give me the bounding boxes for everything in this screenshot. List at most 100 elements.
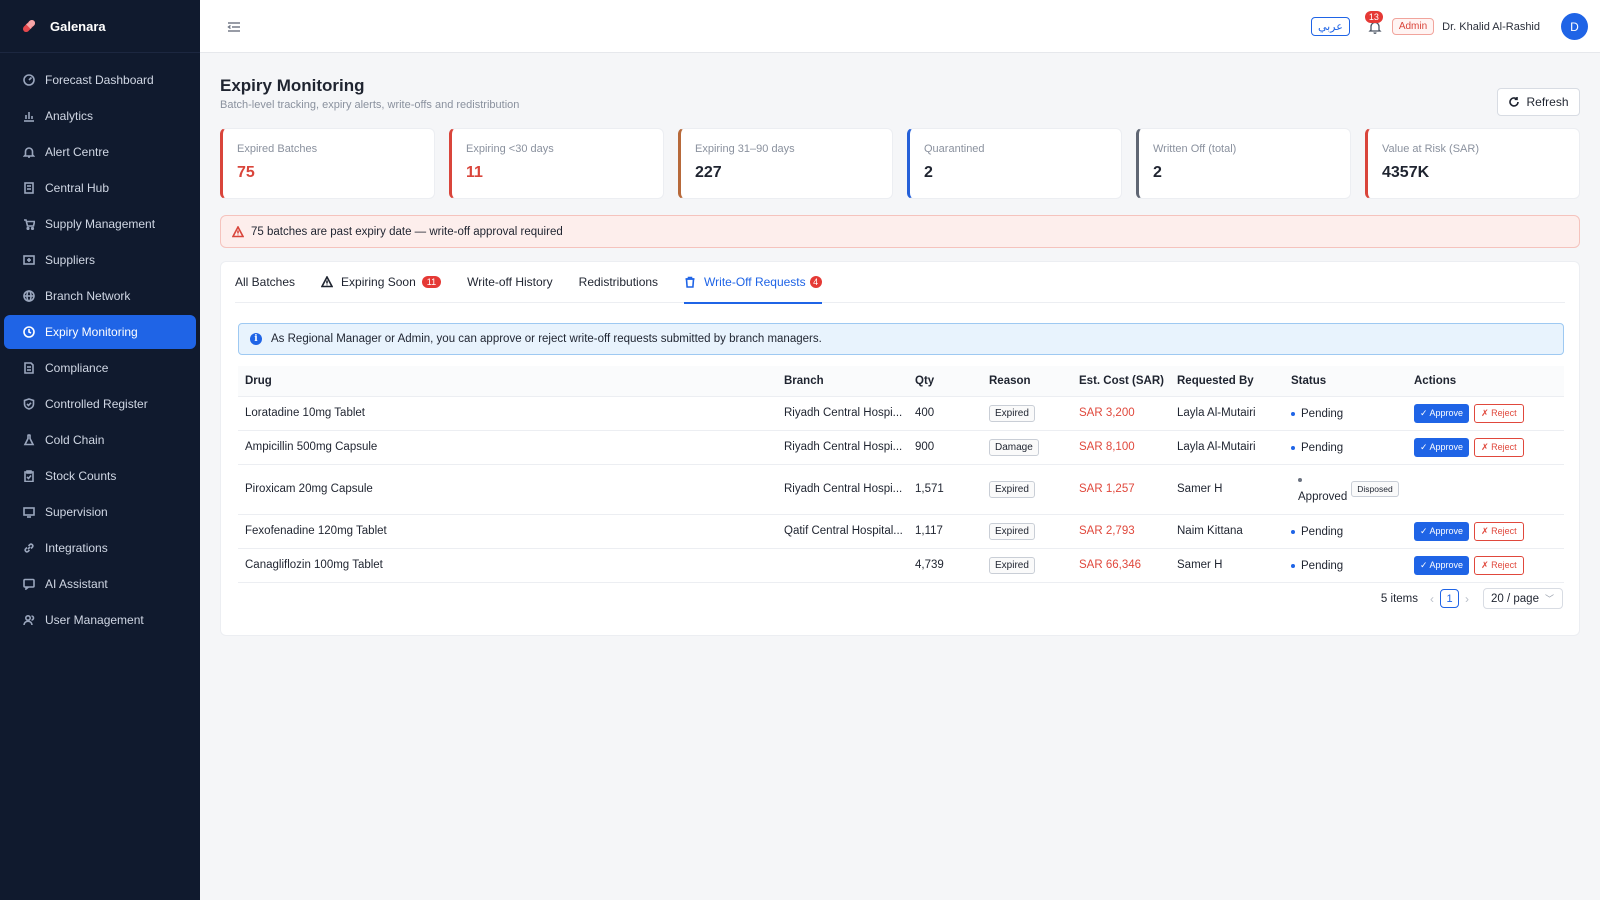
sidebar-item-label: Central Hub xyxy=(45,181,110,195)
sidebar-item-cold-chain[interactable]: Cold Chain xyxy=(4,423,196,457)
drug-cell: Loratadine 10mg Tablet xyxy=(238,396,777,431)
actions-cell: ✓ Approve ✗ Reject xyxy=(1407,548,1564,583)
kpi-label: Value at Risk (SAR) xyxy=(1382,143,1479,155)
page-title: Expiry Monitoring xyxy=(220,76,365,95)
cost-cell: SAR 1,257 xyxy=(1072,464,1170,515)
refresh-button[interactable]: Refresh xyxy=(1497,88,1580,116)
tab-write-off-history[interactable]: Write-off History xyxy=(467,262,553,303)
actions-cell: ✓ Approve ✗ Reject xyxy=(1407,514,1564,549)
kpi-label: Expiring <30 days xyxy=(466,143,554,155)
warning-icon xyxy=(232,225,244,237)
supplier-icon xyxy=(23,255,35,265)
building-icon xyxy=(24,182,34,194)
sidebar-item-supervision[interactable]: Supervision xyxy=(4,495,196,529)
sidebar-item-ai-assistant[interactable]: AI Assistant xyxy=(4,567,196,601)
kpi-label: Expiring 31–90 days xyxy=(695,143,795,155)
drug-cell: Ampicillin 500mg Capsule xyxy=(238,430,777,465)
column-header[interactable]: Status xyxy=(1284,366,1407,397)
column-header[interactable]: Branch xyxy=(777,366,908,397)
approve-button[interactable]: ✓ Approve xyxy=(1414,521,1470,541)
avatar[interactable]: D xyxy=(1561,13,1588,40)
tab-write-off-requests[interactable]: Write-Off Requests 4 xyxy=(684,262,822,304)
refresh-icon xyxy=(1509,97,1520,107)
notifications-button[interactable]: 13 xyxy=(1364,10,1383,34)
status-dot xyxy=(1298,477,1302,482)
sidebar-item-label: Controlled Register xyxy=(45,397,148,411)
sidebar-item-label: Analytics xyxy=(45,109,94,123)
page-1-button[interactable]: 1 xyxy=(1440,589,1459,608)
language-toggle-button[interactable]: عربي xyxy=(1310,17,1350,36)
shield-icon xyxy=(23,398,35,410)
qty-cell: 400 xyxy=(908,396,982,431)
column-header[interactable]: Reason xyxy=(982,366,1072,397)
kpi-card-quarantined: Quarantined 2 xyxy=(907,128,1122,199)
status-cell: Pending xyxy=(1291,408,1343,420)
kpi-card-expiring-31-90-days: Expiring 31–90 days 227 xyxy=(678,128,893,199)
column-header[interactable]: Requested By xyxy=(1170,366,1284,397)
info-banner: i As Regional Manager or Admin, you can … xyxy=(238,323,1564,355)
notification-count-badge: 13 xyxy=(1364,10,1383,23)
sidebar-item-branch-network[interactable]: Branch Network xyxy=(4,279,196,313)
requested-by-cell: Samer H xyxy=(1170,464,1284,515)
user-name[interactable]: Dr. Khalid Al-Rashid xyxy=(1442,21,1540,33)
sidebar-item-label: AI Assistant xyxy=(45,577,108,591)
clipboard-icon xyxy=(24,470,34,482)
page-size-select[interactable]: 20 / page ﹀ xyxy=(1483,588,1563,609)
sidebar-item-expiry-monitoring[interactable]: Expiry Monitoring xyxy=(4,315,196,349)
alert-text: 75 batches are past expiry date — write-… xyxy=(251,225,563,238)
tab-redistributions[interactable]: Redistributions xyxy=(579,262,658,303)
kpi-card-expired-batches: Expired Batches 75 xyxy=(220,128,435,199)
column-header[interactable]: Qty xyxy=(908,366,982,397)
sidebar-item-user-management[interactable]: User Management xyxy=(4,603,196,637)
tab-all-batches[interactable]: All Batches xyxy=(235,262,295,303)
next-page-icon[interactable]: › xyxy=(1465,592,1469,606)
column-header[interactable]: Est. Cost (SAR) xyxy=(1072,366,1170,397)
sidebar-item-label: Cold Chain xyxy=(45,433,105,447)
prev-page-icon[interactable]: ‹ xyxy=(1430,592,1434,606)
sidebar-item-stock-counts[interactable]: Stock Counts xyxy=(4,459,196,493)
sidebar-item-forecast-dashboard[interactable]: Forecast Dashboard xyxy=(4,63,196,97)
sidebar-item-alert-centre[interactable]: Alert Centre xyxy=(4,135,196,169)
table-body: Loratadine 10mg Tablet Riyadh Central Hos… xyxy=(238,396,1564,583)
tab-expiring-soon[interactable]: Expiring Soon 11 xyxy=(321,262,442,303)
total-items: 5 items xyxy=(1380,592,1418,605)
tab-label: Redistributions xyxy=(578,275,659,289)
table-row: Ampicillin 500mg Capsule Riyadh Central H… xyxy=(238,430,1564,465)
sidebar-item-label: Branch Network xyxy=(45,289,131,303)
menu-toggle-icon[interactable] xyxy=(227,20,241,34)
reject-button[interactable]: ✗ Reject xyxy=(1474,403,1524,423)
branch-cell: Qatif Central Hospital... xyxy=(777,514,908,549)
kpi-value: 2 xyxy=(1153,164,1162,181)
approve-button[interactable]: ✓ Approve xyxy=(1414,555,1470,575)
column-header[interactable]: Drug xyxy=(238,366,777,397)
sidebar-item-supply-management[interactable]: Supply Management xyxy=(4,207,196,241)
brand[interactable]: Galenara xyxy=(0,0,200,53)
sidebar-item-compliance[interactable]: Compliance xyxy=(4,351,196,385)
reject-button[interactable]: ✗ Reject xyxy=(1474,437,1524,457)
table-row: Loratadine 10mg Tablet Riyadh Central Hos… xyxy=(238,396,1564,431)
sidebar-item-controlled-register[interactable]: Controlled Register xyxy=(4,387,196,421)
trash-icon xyxy=(685,276,695,288)
kpi-label: Expired Batches xyxy=(237,143,318,155)
reason-tag: Expired xyxy=(989,404,1035,422)
reject-button[interactable]: ✗ Reject xyxy=(1474,555,1524,575)
column-header[interactable]: Actions xyxy=(1407,366,1564,397)
approve-button[interactable]: ✓ Approve xyxy=(1414,437,1470,457)
tab-label: All Batches xyxy=(235,275,296,289)
info-text: As Regional Manager or Admin, you can ap… xyxy=(271,333,822,345)
refresh-label: Refresh xyxy=(1526,95,1569,109)
actions-cell: ✓ Approve ✗ Reject xyxy=(1407,430,1564,465)
sidebar-item-analytics[interactable]: Analytics xyxy=(4,99,196,133)
kpi-value: 2 xyxy=(924,164,933,181)
reject-button[interactable]: ✗ Reject xyxy=(1474,521,1524,541)
requested-by-cell: Naim Kittana xyxy=(1170,514,1284,549)
sidebar-item-integrations[interactable]: Integrations xyxy=(4,531,196,565)
topbar-actions: عربي 13 Admin Dr. Khalid Al-Rashid D xyxy=(1310,0,1588,53)
write-off-requests-table: Drug Branch Qty Reason Est. Cost (SAR) Reques… xyxy=(238,366,1564,583)
sidebar-item-suppliers[interactable]: Suppliers xyxy=(4,243,196,277)
reason-cell: Expired xyxy=(982,464,1072,515)
qty-cell: 4,739 xyxy=(908,548,982,583)
sidebar-item-central-hub[interactable]: Central Hub xyxy=(4,171,196,205)
sidebar-item-label: Integrations xyxy=(45,541,108,555)
approve-button[interactable]: ✓ Approve xyxy=(1414,403,1470,423)
